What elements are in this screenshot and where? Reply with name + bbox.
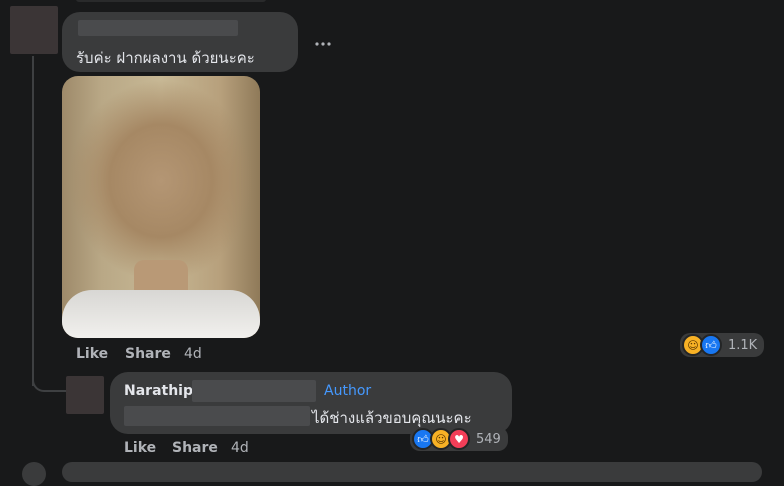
like-button[interactable]: Like <box>76 346 108 362</box>
like-icon: 👍︎ <box>700 334 722 356</box>
reply-mention-redacted <box>124 406 310 426</box>
photo-shirt <box>62 290 260 338</box>
reaction-count: 1.1K <box>728 337 758 353</box>
thread-line-curve <box>32 368 66 392</box>
previous-actions-remnant <box>76 0 266 2</box>
reaction-summary[interactable]: ☺ 👍︎ 1.1K <box>680 333 764 357</box>
reply-input-remnant[interactable] <box>62 462 762 482</box>
reply-bubble: Narathip Author ได้ช่างแล้วขอบคุณนะคะ <box>110 372 512 434</box>
user-avatar-remnant <box>22 462 46 486</box>
reply-avatar[interactable] <box>66 376 104 414</box>
reply-reaction-summary[interactable]: 👍︎ ☺ ♥ 549 <box>410 427 508 451</box>
timestamp[interactable]: 4d <box>184 346 202 362</box>
reply-like-button[interactable]: Like <box>124 440 156 456</box>
avatar[interactable] <box>10 6 58 54</box>
reply-author-name[interactable]: Narathip <box>124 383 193 399</box>
author-badge: Author <box>324 383 372 399</box>
comment-text: รับค่ะ ฝากผลงาน ด้วยนะคะ <box>76 49 255 67</box>
love-icon: ♥ <box>448 428 470 450</box>
more-horizontal-icon[interactable] <box>312 34 334 54</box>
comment-photo[interactable] <box>62 76 260 338</box>
reply-share-button[interactable]: Share <box>172 440 218 456</box>
thread-line-vertical <box>32 56 34 386</box>
commenter-name-redacted <box>78 20 238 36</box>
reply-reaction-count: 549 <box>476 431 501 447</box>
comment-bubble: รับค่ะ ฝากผลงาน ด้วยนะคะ <box>62 12 298 72</box>
more-horizontal-icon-svg <box>315 42 331 46</box>
reply-timestamp[interactable]: 4d <box>231 440 249 456</box>
share-button[interactable]: Share <box>125 346 171 362</box>
reply-author-surname-redacted <box>192 380 316 402</box>
